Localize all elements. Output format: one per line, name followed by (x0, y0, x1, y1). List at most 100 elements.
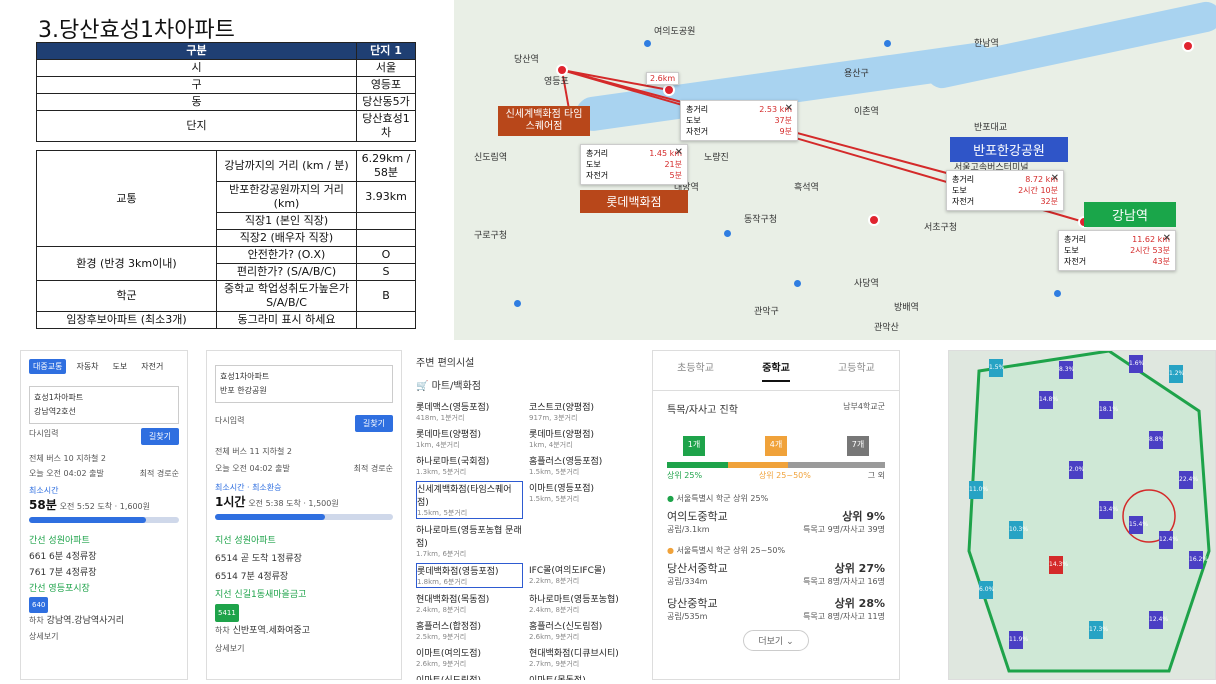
amenity-name: 이마트(여의도점) (416, 649, 481, 659)
school-item[interactable]: 여의도중학교 상위 9% 공립/3.1km 특목고 9명/자사고 39명 (653, 504, 899, 539)
popup-walk-label: 도보 (586, 160, 601, 169)
apartment-block[interactable]: 8.3% (1059, 361, 1074, 379)
from-field[interactable]: 효성1차아파트 (34, 391, 174, 405)
apartment-block[interactable]: 12.4% (1159, 531, 1178, 549)
amenity-item[interactable]: 롯데맥스(영등포점) 418m, 1분거리 (416, 400, 523, 423)
route-tabs[interactable]: 전체 버스 10 지하철 2 (21, 445, 187, 466)
tag-shinsegae[interactable]: 신세계백화점 타임스퀘어점 (498, 106, 590, 136)
from-field[interactable]: 효성1차아파트 (220, 370, 388, 384)
close-icon[interactable]: ✕ (1163, 233, 1171, 244)
search-button[interactable]: 길찾기 (140, 428, 179, 445)
apartment-block[interactable]: 8.8% (1149, 431, 1164, 449)
mode-car[interactable]: 자동차 (72, 359, 102, 374)
mode-bike[interactable]: 자전거 (137, 359, 167, 374)
map-view[interactable]: 영등포 당산역 여의도공원 노량진 흑석역 동작구청 구로구청 관악구 서초구청… (454, 0, 1216, 340)
tab-elementary[interactable]: 초등학교 (677, 359, 714, 382)
apartment-block[interactable]: 1.2% (1169, 365, 1184, 383)
amenity-item[interactable]: 하나로마트(영등포농협 문래점) 1.7km, 6분거리 (416, 523, 523, 559)
close-icon[interactable]: ✕ (675, 147, 683, 158)
mode-transit[interactable]: 대중교통 (29, 359, 67, 374)
school-label: 중학교 학업성취도가높은가 S/A/B/C (216, 280, 357, 312)
apartment-block[interactable]: 11.0% (969, 481, 988, 499)
to-field[interactable]: 강남역2호선 (34, 405, 174, 419)
amenity-distance: 1km, 4분거리 (529, 441, 573, 449)
tab-high[interactable]: 고등학교 (838, 359, 875, 382)
close-icon[interactable]: ✕ (785, 103, 793, 114)
amenity-item[interactable]: 홈플러스(합정점) 2.5km, 9분거리 (416, 619, 523, 642)
school-item[interactable]: 당산서중학교 상위 27% 공립/334m 특목고 8명/자사고 16명 (653, 556, 899, 591)
marker-pin[interactable] (868, 214, 880, 226)
sort-option[interactable]: 최적 경로순 (140, 468, 179, 479)
amenity-item[interactable]: 현대백화점(디큐브시티) 2.7km, 9분거리 (529, 646, 636, 669)
sort-option[interactable]: 최적 경로순 (354, 463, 393, 474)
apartment-block[interactable]: 1.6% (1129, 355, 1144, 373)
amenity-item[interactable]: 신세계백화점(타임스퀘어점) 1.5km, 5분거리 (416, 481, 523, 519)
amenity-item[interactable]: 코스트코(양평점) 917m, 3분거리 (529, 400, 636, 423)
amenity-item[interactable]: 롯데마트(양평점) 1km, 4분거리 (416, 427, 523, 450)
amenity-item[interactable]: 홈플러스(영등포점) 1.5km, 5분거리 (529, 454, 636, 477)
tab-middle[interactable]: 중학교 (762, 359, 790, 382)
route-tabs[interactable]: 전체 버스 11 지하철 2 (207, 432, 401, 459)
apartment-block[interactable]: 17.3% (1089, 621, 1108, 639)
tag-lotte[interactable]: 롯데백화점 (580, 190, 688, 213)
amenity-item[interactable]: 하나로마트(국회점) 1.3km, 5분거리 (416, 454, 523, 477)
depart-time[interactable]: 오늘 오전 04:02 출발 (29, 468, 104, 479)
apartment-block[interactable]: 14.8% (1039, 391, 1058, 409)
reset-button[interactable]: 다시입력 (29, 428, 58, 445)
apartment-block[interactable]: 2.0% (1069, 461, 1084, 479)
apartment-block[interactable]: 6.0% (979, 581, 994, 599)
distance-popup: ✕ 총거리 1.45 km 도보 21분 자전거 5분 (580, 144, 688, 185)
amenity-name: 롯데마트(양평점) (416, 430, 481, 440)
tag-gangnam[interactable]: 강남역 (1084, 202, 1176, 227)
apartment-block[interactable]: 12.4% (1149, 611, 1168, 629)
job1-value (356, 212, 416, 230)
apartment-block[interactable]: 13.4% (1099, 501, 1118, 519)
amenity-item[interactable]: IFC몰(여의도IFC몰) 2.2km, 8분거리 (529, 563, 636, 588)
amenity-item[interactable]: 롯데백화점(영등포점) 1.8km, 6분거리 (416, 563, 523, 588)
apartment-block[interactable]: 18.1% (1099, 401, 1118, 419)
search-button[interactable]: 길찾기 (354, 415, 393, 432)
destination-pin[interactable] (663, 84, 675, 96)
header-complex: 단지 1 (356, 42, 416, 60)
school-item[interactable]: 당산중학교 상위 28% 공립/535m 특목고 8명/자사고 11명 (653, 591, 899, 626)
amenity-item[interactable]: 이마트(신도림점)2.8km, 10분거리 (416, 673, 523, 680)
apartment-block[interactable]: 15.4% (1129, 516, 1148, 534)
more-link[interactable]: 상세보기 (215, 640, 393, 658)
apartment-block[interactable]: 22.4% (1179, 471, 1198, 489)
depart-time[interactable]: 오늘 오전 04:02 출발 (215, 463, 290, 474)
apartment-block[interactable]: 11.9% (1009, 631, 1028, 649)
school-dist: 공립/535m (667, 612, 708, 621)
amenity-item[interactable]: 현대백화점(목동점) 2.4km, 8분거리 (416, 592, 523, 615)
amenity-item[interactable]: 이마트(여의도점) 2.6km, 9분거리 (416, 646, 523, 669)
district-label: 남부4학교군 (843, 402, 885, 411)
school-name: 당산서중학교 (667, 562, 728, 575)
amenity-item[interactable] (529, 523, 636, 559)
apartment-block[interactable]: 16.2% (1189, 551, 1208, 569)
alight-label: 하차 (215, 626, 230, 635)
school-zone-map[interactable]: 1.5% 8.3% 1.6% 1.2% 14.8% 18.1% 11.0% 2.0% 8.8% 1… (948, 350, 1216, 680)
reset-button[interactable]: 다시입력 (215, 415, 244, 432)
amenity-item[interactable]: 홈플러스(신도림점) 2.6km, 9분거리 (529, 619, 636, 642)
amenity-item[interactable]: 이마트(영등포점) 1.5km, 5분거리 (529, 481, 636, 519)
to-field[interactable]: 반포 한강공원 (220, 384, 388, 398)
more-button[interactable]: 더보기 ⌄ (743, 630, 809, 651)
apartment-block[interactable]: 10.3% (1009, 521, 1028, 539)
amenity-item[interactable]: 이마트(목동점)2.8km, 10분거리 (529, 673, 636, 680)
step: 간선 영등포시장 (29, 584, 90, 594)
amenities-category: 마트/백화점 (431, 381, 482, 392)
route-panel-gangnam: 대중교통 자동차 도보 자전거 효성1차아파트 강남역2호선 다시입력 길찾기 … (20, 350, 188, 680)
amenity-item[interactable]: 하나로마트(영등포농협) 2.4km, 8분거리 (529, 592, 636, 615)
mode-walk[interactable]: 도보 (109, 359, 132, 374)
amenities-header: 주변 편의시설 (416, 358, 475, 369)
more-link[interactable]: 상세보기 (29, 629, 179, 645)
close-icon[interactable]: ✕ (1051, 173, 1059, 184)
route-bar-fill (29, 517, 146, 523)
tag-banpo[interactable]: 반포한강공원 (950, 137, 1068, 162)
marker-pin[interactable] (1182, 40, 1194, 52)
amenity-name: 하나로마트(영등포농협 문래점) (416, 526, 522, 549)
apartment-block[interactable]: 14.3% (1049, 556, 1068, 574)
apartment-block[interactable]: 1.5% (989, 359, 1004, 377)
amenity-item[interactable]: 롯데마트(양평점) 1km, 4분거리 (529, 427, 636, 450)
poi-dot (794, 280, 801, 287)
route-bar-fill (215, 514, 326, 520)
